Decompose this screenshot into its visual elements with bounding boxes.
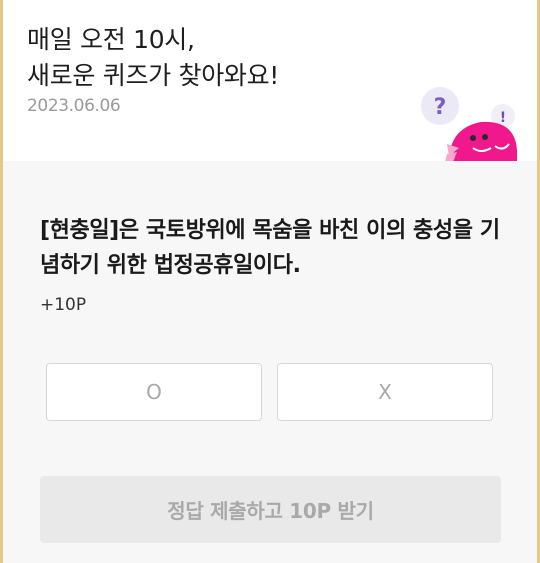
headline-line-2: 새로운 퀴즈가 찾아와요! bbox=[27, 61, 280, 90]
headline-line-1: 매일 오전 10시, bbox=[27, 25, 195, 54]
answer-o-button[interactable]: O bbox=[46, 363, 262, 421]
quiz-date: 2023.06.06 bbox=[27, 96, 121, 116]
points-reward: +10P bbox=[40, 295, 87, 315]
headline: 매일 오전 10시, 새로운 퀴즈가 찾아와요! bbox=[27, 22, 279, 94]
answer-x-button[interactable]: X bbox=[277, 363, 493, 421]
submit-answer-button[interactable]: 정답 제출하고 10P 받기 bbox=[40, 476, 501, 543]
quiz-question: [현충일]은 국토방위에 목숨을 바친 이의 충성을 기념하기 위한 법정공휴일… bbox=[40, 218, 500, 278]
mascot-character-icon bbox=[445, 121, 517, 162]
quiz-panel: [현충일]은 국토방위에 목숨을 바친 이의 충성을 기념하기 위한 법정공휴일… bbox=[3, 161, 537, 563]
quiz-header: 매일 오전 10시, 새로운 퀴즈가 찾아와요! 2023.06.06 ? ! bbox=[3, 0, 537, 162]
mascot-illustration: ? ! bbox=[421, 87, 517, 162]
exclaim-mark: ! bbox=[500, 110, 506, 126]
question-bubble-icon: ? bbox=[421, 87, 459, 125]
question-mark: ? bbox=[434, 95, 447, 120]
